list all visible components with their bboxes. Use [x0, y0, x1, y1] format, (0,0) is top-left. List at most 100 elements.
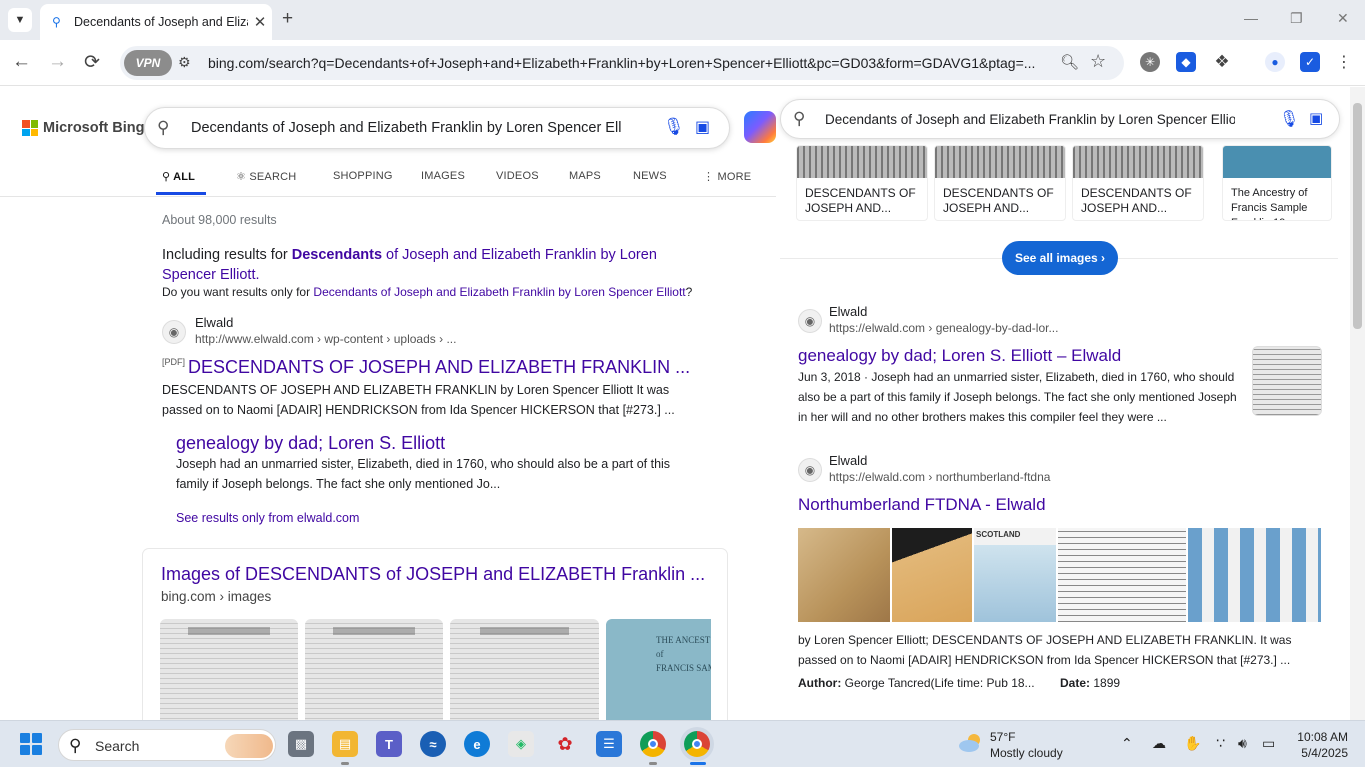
chrome-icon[interactable]: [640, 731, 666, 757]
file-explorer-icon[interactable]: ▤: [332, 731, 358, 757]
visual-search-icon[interactable]: ▣: [1309, 109, 1323, 127]
spider-app-icon[interactable]: ✿: [552, 731, 578, 757]
paint-icon[interactable]: ◈: [508, 731, 534, 757]
scope-search[interactable]: ⚛ SEARCH: [236, 170, 296, 183]
map-thumbnail[interactable]: [892, 528, 972, 622]
did-you-mean: Do you want results only for Decendants …: [162, 285, 692, 299]
weather-desc[interactable]: Mostly cloudy: [990, 746, 1063, 760]
scrollbar-thumb[interactable]: [1353, 103, 1362, 329]
dym-link[interactable]: Decendants of Joseph and Elizabeth Frank…: [313, 285, 685, 299]
see-results-only-link[interactable]: See results only from elwald.com: [176, 511, 359, 525]
map-thumbnail[interactable]: [798, 528, 890, 622]
site-name[interactable]: Elwald: [829, 304, 867, 319]
result-thumbnail[interactable]: [1252, 346, 1322, 416]
site-settings-icon[interactable]: ⚙: [178, 54, 191, 71]
hand-app-icon[interactable]: ✋: [1184, 735, 1201, 752]
onedrive-cloud-icon[interactable]: ☁: [1152, 735, 1166, 752]
page-scrollbar[interactable]: [1350, 87, 1365, 720]
clock-date[interactable]: 5/4/2025: [1296, 746, 1348, 760]
scope-videos[interactable]: VIDEOS: [496, 170, 539, 182]
image-thumbnail[interactable]: [305, 619, 443, 720]
scope-all[interactable]: ⚲ ALL: [162, 170, 195, 183]
vpn-badge[interactable]: VPN: [124, 50, 172, 76]
extensions-puzzle-icon[interactable]: ❖: [1212, 52, 1232, 72]
volume-icon[interactable]: 🔊︎: [1238, 735, 1247, 752]
tab-bing-search[interactable]: ⚲ Decendants of Joseph and Eliza ✕: [40, 4, 272, 40]
deep-link-title[interactable]: genealogy by dad; Loren S. Elliott: [176, 433, 676, 454]
minimize-icon[interactable]: —: [1244, 10, 1258, 26]
extension-gear-icon[interactable]: ✳: [1140, 52, 1160, 72]
address-bar[interactable]: VPN ⚙ bing.com/search?q=Decendants+of+Jo…: [120, 46, 1124, 80]
weather-temp[interactable]: 57°F: [990, 730, 1015, 744]
tab-search-dropdown[interactable]: ▼: [8, 8, 32, 32]
search-box[interactable]: ⚲ Decendants of Joseph and Elizabeth Fra…: [144, 107, 730, 149]
scope-images[interactable]: IMAGES: [421, 170, 465, 182]
image-result[interactable]: DESCENDANTS OF JOSEPH AND...: [934, 145, 1066, 221]
clock-time[interactable]: 10:08 AM: [1296, 730, 1348, 744]
menu-kebab-icon[interactable]: ⋮: [1334, 52, 1354, 72]
new-tab-button[interactable]: +: [282, 8, 293, 30]
task-view-icon[interactable]: ▩: [288, 731, 314, 757]
site-url[interactable]: http://www.elwald.com › wp-content › upl…: [195, 332, 456, 346]
author-value: George Tancred(Life time: Pub 18...: [844, 676, 1035, 690]
chevron-up-icon[interactable]: ⌃: [1121, 735, 1133, 752]
windows-start-icon[interactable]: [20, 733, 42, 755]
battery-icon[interactable]: ▭: [1262, 735, 1275, 752]
teams-icon[interactable]: T: [376, 731, 402, 757]
copilot-icon[interactable]: [744, 111, 776, 143]
security-check-icon[interactable]: ✓: [1300, 52, 1320, 72]
forward-arrow-icon[interactable]: →: [48, 51, 67, 73]
restore-icon[interactable]: ❐: [1290, 10, 1303, 27]
close-window-icon[interactable]: ✕: [1337, 10, 1349, 27]
close-tab-icon[interactable]: ✕: [248, 13, 272, 31]
wifi-icon[interactable]: ∵: [1216, 735, 1225, 752]
result-title[interactable]: [PDF] DESCENDANTS OF JOSEPH AND ELIZABETH…: [162, 357, 707, 378]
bookmark-star-icon[interactable]: ☆: [1090, 51, 1106, 72]
site-name[interactable]: Elwald: [195, 315, 233, 330]
image-result[interactable]: DESCENDANTS OF JOSEPH AND...: [1072, 145, 1204, 221]
site-url[interactable]: https://elwald.com › genealogy-by-dad-lo…: [829, 321, 1058, 335]
scope-news[interactable]: NEWS: [633, 170, 667, 182]
profile-avatar-icon[interactable]: ●: [1265, 52, 1285, 72]
scope-shopping[interactable]: SHOPPING: [333, 170, 393, 182]
scope-maps[interactable]: MAPS: [569, 170, 601, 182]
microphone-icon[interactable]: 🎙︎: [1279, 109, 1299, 129]
taskbar-search[interactable]: ⚲ Search: [58, 729, 276, 761]
including-bold-link[interactable]: Descendants: [292, 247, 382, 263]
map-thumbnail[interactable]: SCOTLAND: [974, 528, 1056, 622]
notepad-icon[interactable]: ☰: [596, 731, 622, 757]
sticky-search-box[interactable]: ⚲ Decendants of Joseph and Elizabeth Fra…: [780, 99, 1340, 139]
site-name[interactable]: Elwald: [829, 453, 867, 468]
visual-search-icon[interactable]: ▣: [695, 117, 710, 137]
search-highlight-icon: [225, 734, 273, 758]
search-favicon-icon: ⚲: [52, 15, 61, 29]
image-result[interactable]: DESCENDANTS OF JOSEPH AND...: [796, 145, 928, 221]
result-title[interactable]: genealogy by dad; Loren S. Elliott – Elw…: [798, 346, 1248, 366]
edge-icon[interactable]: e: [464, 731, 490, 757]
image-thumbnail[interactable]: [450, 619, 599, 720]
url-text[interactable]: bing.com/search?q=Decendants+of+Joseph+a…: [208, 55, 1048, 71]
scope-more[interactable]: ⋮ MORE: [703, 170, 751, 183]
microphone-icon[interactable]: 🎙︎: [663, 117, 685, 137]
scope-all-label: ALL: [173, 171, 196, 183]
shield-lock-icon[interactable]: ◆: [1176, 52, 1196, 72]
image-result[interactable]: The Ancestry of Francis Sample Franklin …: [1222, 145, 1332, 221]
back-arrow-icon[interactable]: ←: [12, 51, 31, 73]
image-thumbnail[interactable]: [160, 619, 298, 720]
site-favicon-icon: ◉: [798, 458, 822, 482]
search-input[interactable]: Decendants of Joseph and Elizabeth Frank…: [191, 120, 621, 136]
app-icon[interactable]: ≈: [420, 731, 446, 757]
image-thumbnail[interactable]: THE ANCEST of FRANCIS SAMPLE F: [606, 619, 711, 720]
result-title[interactable]: Northumberland FTDNA - Elwald: [798, 495, 1248, 515]
result-snippet: by Loren Spencer Elliott; DESCENDANTS OF…: [798, 633, 1292, 667]
sticky-search-input[interactable]: Decendants of Joseph and Elizabeth Frank…: [825, 112, 1235, 127]
search-page-icon[interactable]: 🔍︎: [1060, 53, 1079, 71]
reload-icon[interactable]: ⟳: [84, 51, 100, 74]
screenshot-thumbnail[interactable]: [1188, 528, 1321, 622]
document-thumbnail[interactable]: [1058, 528, 1186, 622]
site-url[interactable]: https://elwald.com › northumberland-ftdn…: [829, 470, 1050, 484]
bing-logo[interactable]: Microsoft Bing: [22, 120, 145, 136]
chrome-profile-icon[interactable]: [684, 731, 710, 757]
images-card-title[interactable]: Images of DESCENDANTS of JOSEPH and ELIZ…: [161, 564, 716, 585]
see-all-images-button[interactable]: See all images ›: [1002, 241, 1118, 275]
